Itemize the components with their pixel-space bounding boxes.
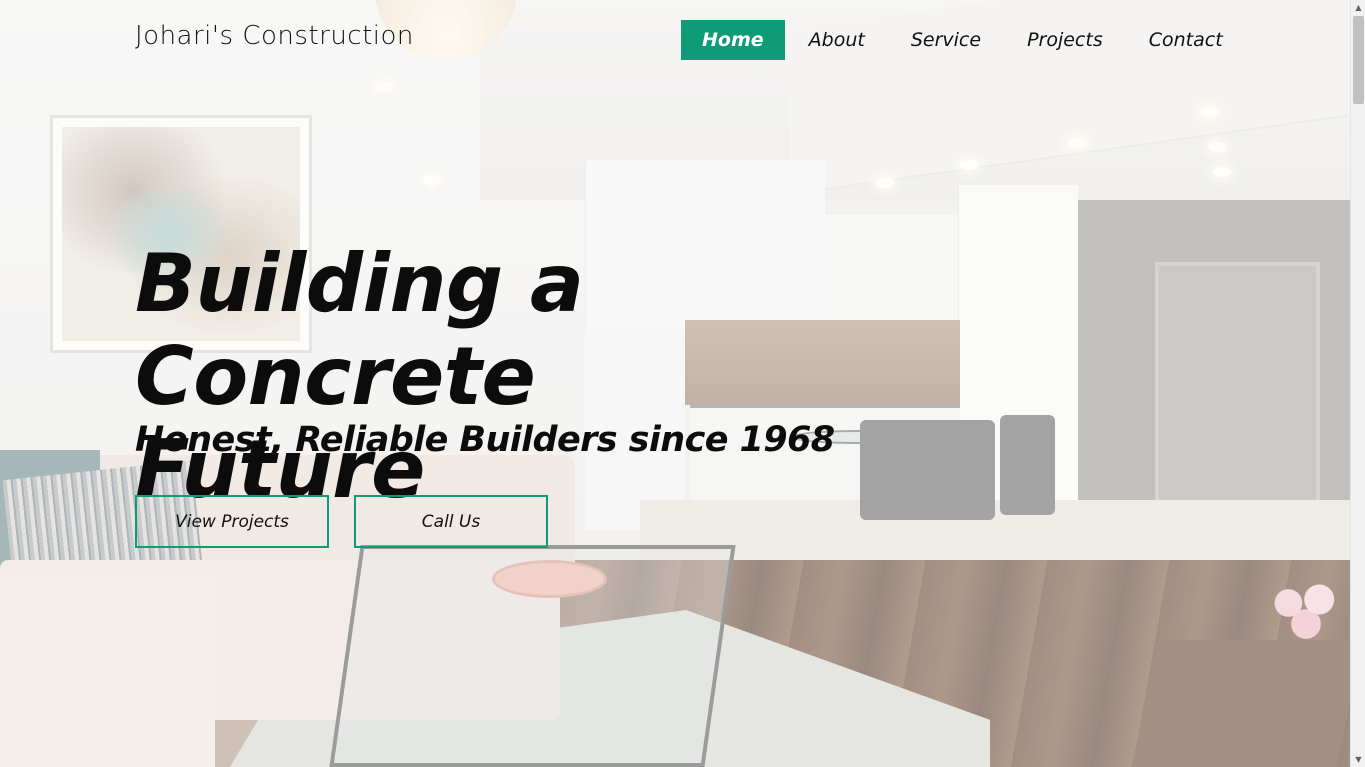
main-nav: Home About Service Projects Contact — [681, 20, 1247, 60]
view-projects-button[interactable]: View Projects — [135, 495, 329, 548]
call-us-button[interactable]: Call Us — [354, 495, 548, 548]
nav-item-about[interactable]: About — [787, 20, 887, 60]
hero-headline-line1: Building a — [135, 237, 584, 330]
nav-item-service[interactable]: Service — [889, 20, 1003, 60]
triangle-up-icon[interactable]: ▲ — [1351, 0, 1365, 15]
nav-item-contact[interactable]: Contact — [1127, 20, 1245, 60]
nav-item-projects[interactable]: Projects — [1005, 20, 1125, 60]
scrollbar-thumb[interactable] — [1353, 16, 1364, 104]
hero-subheadline: Honest, Reliable Builders since 1968 — [135, 420, 835, 460]
triangle-down-icon[interactable]: ▼ — [1351, 752, 1365, 767]
nav-item-home[interactable]: Home — [681, 20, 785, 60]
brand-logo-text[interactable]: Johari's Construction — [135, 21, 414, 51]
hero-headline: Building a Concrete Future — [135, 237, 835, 516]
page-scrollbar[interactable]: ▲ ▼ — [1350, 0, 1365, 767]
